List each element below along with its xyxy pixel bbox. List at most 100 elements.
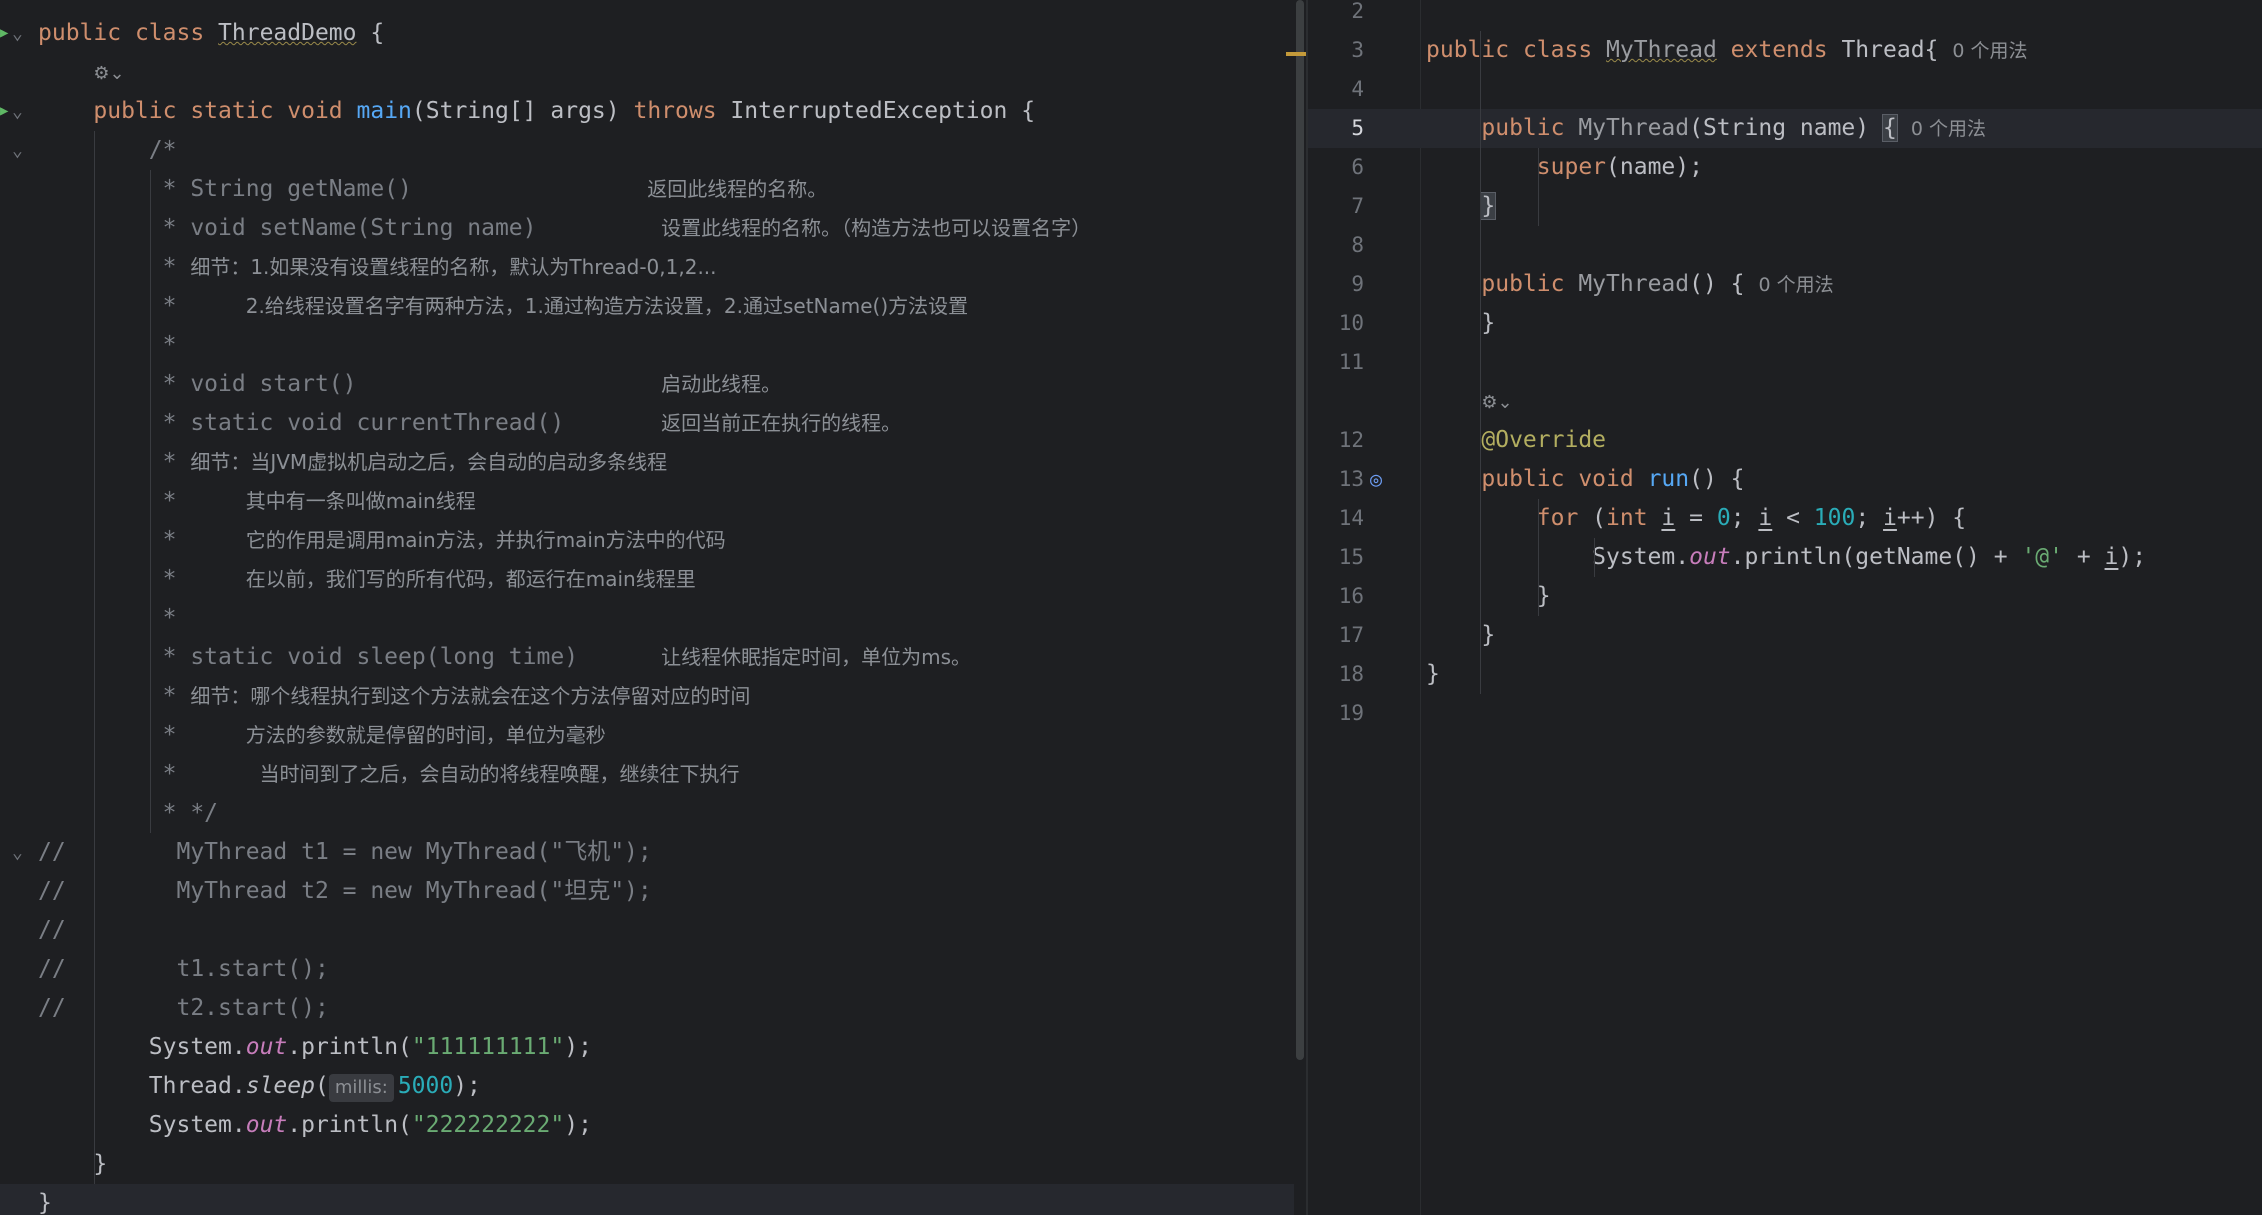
left-scrollbar-thumb[interactable] — [1296, 0, 1304, 1060]
code-token: 其中有一条叫做main线程 — [245, 489, 476, 513]
code-line[interactable]: ⌄ // MyThread t1 = new MyThread("飞机"); — [0, 833, 1306, 872]
code-line[interactable]: } — [0, 1184, 1306, 1215]
code-token: System. — [38, 1034, 246, 1060]
line-number: 2 — [1351, 0, 1364, 23]
code-line[interactable]: // t1.start(); — [0, 950, 1306, 989]
code-line[interactable]: * 当时间到了之后，会自动的将线程唤醒，继续往下执行 — [0, 755, 1306, 794]
code-token: extends — [1730, 37, 1842, 63]
code-line[interactable]: 12 @Override — [1308, 421, 2262, 460]
code-line[interactable]: ⚙⌄ — [1308, 382, 2262, 421]
fold-chevron-icon[interactable]: ⌄ — [12, 92, 23, 131]
code-token: 0 — [1716, 505, 1731, 531]
code-text: // MyThread t1 = new MyThread("飞机"); — [38, 833, 652, 872]
code-line[interactable]: ▶ ⌄ public static void main(String[] args… — [0, 92, 1306, 131]
code-line[interactable]: * void start() 启动此线程。 — [0, 365, 1306, 404]
code-line[interactable]: * String getName() 返回此线程的名称。 — [0, 170, 1306, 209]
code-text: * — [38, 326, 177, 365]
line-number: 13 — [1338, 467, 1364, 491]
code-text: @Override — [1426, 421, 1606, 460]
code-token: 启动此线程。 — [661, 372, 782, 396]
code-line[interactable]: System.out.println("111111111"); — [0, 1028, 1306, 1067]
code-token: * String getName() — [38, 176, 648, 202]
left-scrollbar[interactable] — [1294, 0, 1306, 1215]
code-token: .println( — [287, 1034, 412, 1060]
code-line[interactable]: * 它的作用是调用main方法，并执行main方法中的代码 — [0, 521, 1306, 560]
code-line[interactable]: 16 } — [1308, 577, 2262, 616]
code-line[interactable]: * 细节：当JVM虚拟机启动之后，会自动的启动多条线程 — [0, 443, 1306, 482]
fold-chevron-icon[interactable]: ⌄ — [12, 14, 23, 53]
code-token: ); — [564, 1034, 592, 1060]
code-line[interactable]: } — [0, 1145, 1306, 1184]
indent-guide — [1538, 499, 1539, 616]
code-text: } — [1426, 304, 1495, 343]
code-text: * 2.给线程设置名字有两种方法，1.通过构造方法设置，2.通过setName(… — [38, 287, 969, 326]
code-line[interactable]: * static void sleep(long time) 让线程休眠指定时间… — [0, 638, 1306, 677]
line-number: 19 — [1338, 701, 1364, 725]
code-line[interactable]: * 其中有一条叫做main线程 — [0, 482, 1306, 521]
code-line[interactable]: Thread.sleep(millis: 5000); — [0, 1067, 1306, 1106]
fold-chevron-icon[interactable]: ⌄ — [12, 131, 23, 170]
line-number: 5 — [1351, 116, 1364, 140]
code-line[interactable]: 15 System.out.println(getName() + '@' + … — [1308, 538, 2262, 577]
code-line[interactable]: * — [0, 326, 1306, 365]
code-token: } — [1426, 583, 1551, 609]
code-line[interactable]: 10 } — [1308, 304, 2262, 343]
right-editor-pane[interactable]: 2 3 public class MyThread extends Thread{0… — [1306, 0, 2262, 1215]
code-line[interactable]: * — [0, 599, 1306, 638]
code-token: * — [38, 605, 177, 631]
code-line[interactable]: ⌄ /* — [0, 131, 1306, 170]
code-line[interactable]: // — [0, 911, 1306, 950]
line-number: 18 — [1338, 662, 1364, 686]
code-line[interactable]: 6 super(name); — [1308, 148, 2262, 187]
line-number: 4 — [1351, 77, 1364, 101]
left-editor-pane[interactable]: ▶ ⌄ public class ThreadDemo { ⚙⌄ ▶ ⌄ public … — [0, 0, 1306, 1215]
indent-guide — [1538, 148, 1539, 226]
code-text: * String getName() 返回此线程的名称。 — [38, 170, 828, 209]
code-line[interactable]: 4 — [1308, 70, 2262, 109]
code-text: // t2.start(); — [38, 989, 329, 1028]
code-line[interactable]: ▶ ⌄ public class ThreadDemo { — [0, 14, 1306, 53]
code-token: ); — [453, 1073, 481, 1099]
line-number: 9 — [1351, 272, 1364, 296]
code-line[interactable]: ⚙⌄ — [0, 53, 1306, 92]
code-line[interactable]: * 方法的参数就是停留的时间，单位为毫秒 — [0, 716, 1306, 755]
code-text: } — [1426, 616, 1495, 655]
code-token: (name); — [1606, 154, 1703, 180]
code-line[interactable]: 2 — [1308, 0, 2262, 31]
code-line[interactable]: 17 } — [1308, 616, 2262, 655]
run-arrow-icon[interactable]: ▶ — [0, 14, 8, 53]
code-text: public MyThread() {0 个用法 — [1426, 265, 1833, 305]
code-line[interactable]: 3 public class MyThread extends Thread{0 … — [1308, 31, 2262, 70]
code-line[interactable]: 5 public MyThread(String name) {0 个用法 — [1308, 109, 2262, 148]
code-line[interactable]: 9 public MyThread() {0 个用法 — [1308, 265, 2262, 304]
code-token: // MyThread t1 = new MyThread("飞机"); — [38, 839, 652, 865]
code-token: static — [190, 98, 288, 124]
code-line[interactable]: 19 — [1308, 694, 2262, 733]
code-line[interactable]: System.out.println("222222222"); — [0, 1106, 1306, 1145]
code-line[interactable]: // MyThread t2 = new MyThread("坦克"); — [0, 872, 1306, 911]
code-line[interactable]: * 细节：哪个线程执行到这个方法就会在这个方法停留对应的时间 — [0, 677, 1306, 716]
code-text: // MyThread t2 = new MyThread("坦克"); — [38, 872, 652, 911]
code-line[interactable]: * 2.给线程设置名字有两种方法，1.通过构造方法设置，2.通过setName(… — [0, 287, 1306, 326]
code-line[interactable]: 13 ◎ public void run() { — [1308, 460, 2262, 499]
run-arrow-icon[interactable]: ▶ — [0, 92, 8, 131]
warning-marker[interactable] — [1286, 52, 1306, 56]
code-line[interactable]: * 细节：1.如果没有设置线程的名称，默认为Thread-0,1,2... — [0, 248, 1306, 287]
fold-chevron-icon[interactable]: ⌄ — [12, 833, 23, 872]
code-line[interactable]: 18} — [1308, 655, 2262, 694]
code-line[interactable]: * */ — [0, 794, 1306, 833]
code-line[interactable]: * 在以前，我们写的所有代码，都运行在main线程里 — [0, 560, 1306, 599]
code-line[interactable]: // t2.start(); — [0, 989, 1306, 1028]
override-implements-icon[interactable]: ◎ — [1370, 468, 1392, 490]
code-line[interactable]: 14 for (int i = 0; i < 100; i++) { — [1308, 499, 2262, 538]
code-line[interactable]: 11 — [1308, 343, 2262, 382]
code-line[interactable]: 8 — [1308, 226, 2262, 265]
code-token: main — [356, 98, 412, 124]
code-line[interactable]: 7 } — [1308, 187, 2262, 226]
code-text: * — [38, 599, 177, 638]
code-line[interactable]: * void setName(String name) 设置此线程的名称。（构造… — [0, 209, 1306, 248]
code-line[interactable]: * static void currentThread() 返回当前正在执行的线… — [0, 404, 1306, 443]
